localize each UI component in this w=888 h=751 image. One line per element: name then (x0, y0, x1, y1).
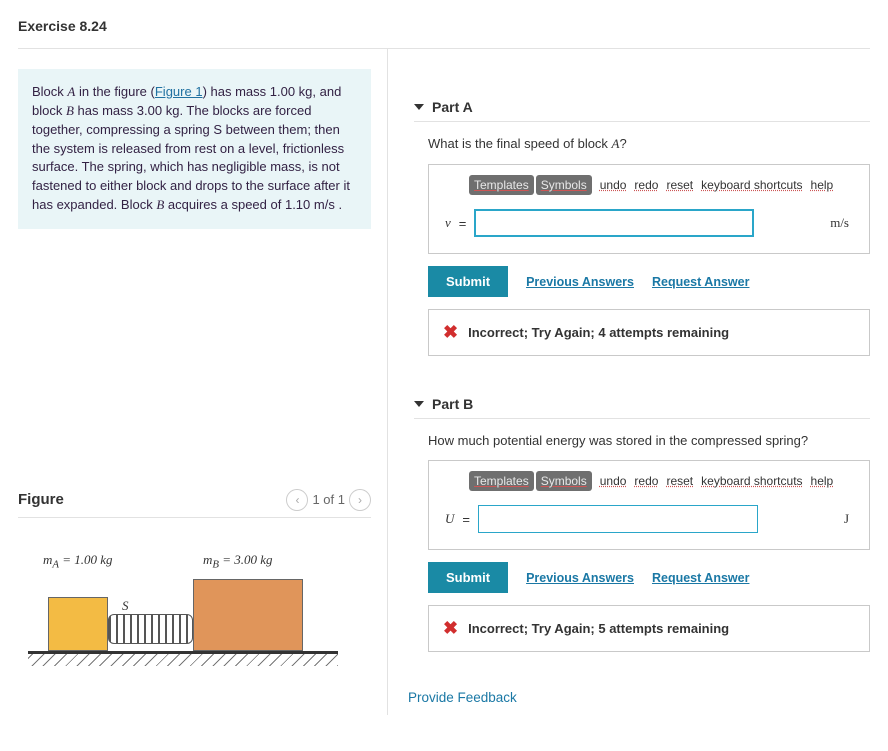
part-a-answer-input[interactable] (474, 209, 754, 237)
help-button[interactable]: help (811, 178, 834, 192)
previous-answers-link[interactable]: Previous Answers (526, 275, 634, 289)
text: has mass (74, 103, 137, 118)
text: ? (620, 136, 627, 151)
var-B: B (66, 103, 74, 118)
m-symbol: m (43, 552, 52, 567)
incorrect-icon: ✖ (443, 322, 458, 343)
provide-feedback-link[interactable]: Provide Feedback (408, 690, 870, 705)
request-answer-link[interactable]: Request Answer (652, 571, 749, 585)
keyboard-shortcuts-button[interactable]: keyboard shortcuts (701, 178, 802, 192)
part-a-header[interactable]: Part A (414, 99, 870, 122)
equation-toolbar: Templates Symbols undo redo reset keyboa… (441, 175, 857, 203)
part-a-question: What is the final speed of block A? (428, 136, 870, 152)
block-a-shape (48, 597, 108, 651)
text: acquires a speed of (164, 197, 285, 212)
part-b-question: How much potential energy was stored in … (428, 433, 870, 448)
templates-button[interactable]: Templates (469, 471, 534, 491)
previous-answers-link[interactable]: Previous Answers (526, 571, 634, 585)
equals: = (462, 512, 470, 527)
incorrect-icon: ✖ (443, 618, 458, 639)
pager-label: 1 of 1 (312, 492, 345, 507)
diagram: mA = 1.00 kg mB = 3.00 kg S (28, 552, 338, 662)
help-button[interactable]: help (811, 474, 834, 488)
part-a-actions: Submit Previous Answers Request Answer (428, 266, 870, 297)
part-b-header[interactable]: Part B (414, 396, 870, 419)
figure-link[interactable]: Figure 1 (155, 84, 203, 99)
part-b-feedback: ✖ Incorrect; Try Again; 5 attempts remai… (428, 605, 870, 652)
part-b-answer-panel: Templates Symbols undo redo reset keyboa… (428, 460, 870, 550)
problem-statement: Block A in the figure (Figure 1) has mas… (18, 69, 371, 229)
mass-b-value: 3.00 kg (137, 103, 180, 118)
part-b: Part B How much potential energy was sto… (404, 396, 870, 662)
submit-button[interactable]: Submit (428, 266, 508, 297)
part-b-answer-input[interactable] (478, 505, 758, 533)
mass-a-value: 1.00 kg (270, 84, 313, 99)
mass-b-text: = 3.00 kg (219, 552, 273, 567)
part-b-actions: Submit Previous Answers Request Answer (428, 562, 870, 593)
figure-area: mA = 1.00 kg mB = 3.00 kg S (18, 518, 371, 672)
floor-shape (28, 651, 338, 654)
templates-button[interactable]: Templates (469, 175, 534, 195)
text: . (335, 197, 342, 212)
request-answer-link[interactable]: Request Answer (652, 275, 749, 289)
left-column: Block A in the figure (Figure 1) has mas… (18, 49, 388, 715)
mass-a-text: = 1.00 kg (59, 552, 113, 567)
text: Block (32, 84, 67, 99)
reset-button[interactable]: reset (666, 474, 693, 488)
part-a-feedback: ✖ Incorrect; Try Again; 4 attempts remai… (428, 309, 870, 356)
text: What is the final speed of block (428, 136, 612, 151)
collapse-icon (414, 401, 424, 407)
part-a-answer-panel: Templates Symbols undo redo reset keyboa… (428, 164, 870, 254)
figure-pager: ‹ 1 of 1 › (286, 489, 371, 511)
figure-title: Figure (18, 491, 64, 508)
symbols-button[interactable]: Symbols (536, 175, 592, 195)
speed-b-value: 1.10 m/s (285, 197, 335, 212)
part-a-unit: m/s (830, 215, 857, 231)
m-symbol: m (203, 552, 212, 567)
label-spring: S (122, 598, 129, 614)
reset-button[interactable]: reset (666, 178, 693, 192)
variable-v: v (441, 215, 451, 231)
exercise-title: Exercise 8.24 (18, 10, 870, 49)
equals: = (459, 216, 467, 231)
redo-button[interactable]: redo (634, 474, 658, 488)
part-a: Part A What is the final speed of block … (404, 99, 870, 366)
block-b-shape (193, 579, 303, 651)
symbols-button[interactable]: Symbols (536, 471, 592, 491)
part-b-input-row: U = J (441, 505, 857, 533)
redo-button[interactable]: redo (634, 178, 658, 192)
figure-header: Figure ‹ 1 of 1 › (18, 489, 371, 518)
label-mass-b: mB = 3.00 kg (203, 552, 273, 571)
right-column: Part A What is the final speed of block … (388, 49, 870, 715)
spring-shape (108, 614, 193, 644)
part-a-label: Part A (432, 99, 473, 115)
feedback-text: Incorrect; Try Again; 4 attempts remaini… (468, 325, 729, 340)
undo-button[interactable]: undo (600, 474, 627, 488)
pager-prev-button[interactable]: ‹ (286, 489, 308, 511)
text: in the figure ( (75, 84, 155, 99)
submit-button[interactable]: Submit (428, 562, 508, 593)
text: ) has mass (203, 84, 270, 99)
part-b-unit: J (844, 511, 857, 527)
var-S: S (213, 122, 222, 137)
variable-u: U (441, 511, 454, 527)
keyboard-shortcuts-button[interactable]: keyboard shortcuts (701, 474, 802, 488)
collapse-icon (414, 104, 424, 110)
label-mass-a: mA = 1.00 kg (43, 552, 113, 571)
var-A: A (612, 136, 620, 151)
part-b-label: Part B (432, 396, 473, 412)
pager-next-button[interactable]: › (349, 489, 371, 511)
feedback-text: Incorrect; Try Again; 5 attempts remaini… (468, 621, 729, 636)
part-a-input-row: v = m/s (441, 209, 857, 237)
equation-toolbar: Templates Symbols undo redo reset keyboa… (441, 471, 857, 499)
undo-button[interactable]: undo (600, 178, 627, 192)
